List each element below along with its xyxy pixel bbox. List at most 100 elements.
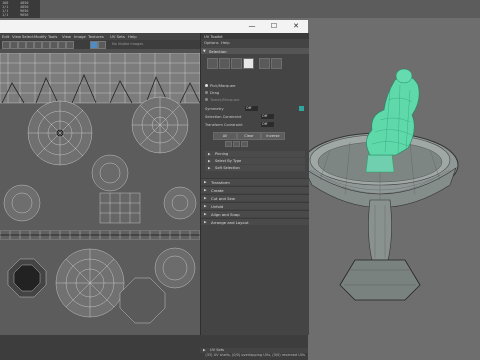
collapse-arrow-icon: ▶	[208, 166, 211, 170]
radio-label: Drag	[210, 90, 220, 95]
section-label: Transform	[211, 180, 230, 185]
section-label: Create	[211, 188, 224, 193]
uv-editor-toolbar: No Visible Images	[0, 40, 200, 49]
section-label: Selection	[209, 49, 227, 54]
grid-icon[interactable]	[2, 41, 10, 49]
uv-status-text: (33) UV shells, (0/0) overlapping UVs, (…	[205, 353, 305, 357]
transform-constraint-label: Transform Constraint	[205, 123, 243, 127]
texture-toggle-icon[interactable]	[90, 41, 98, 49]
fountain-model[interactable]	[300, 60, 480, 310]
selection-constraint-row: Selection Constraint Off	[205, 114, 305, 120]
maximize-button[interactable]: ☐	[266, 20, 282, 33]
collapse-arrow-icon: ▶	[203, 348, 206, 352]
collapse-arrow-icon: ▶	[208, 159, 211, 163]
clear-selection-button[interactable]: Clear	[237, 132, 261, 140]
section-transform[interactable]: ▶ Transform	[201, 178, 309, 185]
checker-icon[interactable]	[26, 41, 34, 49]
uv-sets-label: UV Sets	[210, 348, 225, 352]
heads-up-stats: 160 1/1 1/1 1/1 4850 4850 9656 9656	[0, 0, 40, 18]
subsection-select-by-type[interactable]: ▶ Select By Type	[205, 158, 305, 164]
menu-view[interactable]: View	[12, 34, 21, 39]
menu-edit[interactable]: Edit	[2, 34, 9, 39]
section-label: Align and Snap	[211, 212, 240, 217]
collapse-arrow-icon: ▶	[204, 196, 207, 200]
uv-set-icon[interactable]	[98, 41, 106, 49]
gamma-icon[interactable]	[66, 41, 74, 49]
subsection-label: Select By Type	[215, 159, 242, 163]
radio-dot[interactable]	[205, 91, 208, 94]
selection-constraint-label: Selection Constraint	[205, 115, 242, 119]
menu-uv-sets[interactable]: UV Sets	[110, 34, 125, 39]
transform-constraint-row: Transform Constraint Off	[205, 122, 305, 128]
menu-select[interactable]: Select	[22, 34, 34, 39]
distortion-icon[interactable]	[34, 41, 42, 49]
background-toolbar	[0, 0, 480, 18]
collapse-arrow-icon: ▶	[204, 188, 207, 192]
shrink-selection-icon[interactable]	[233, 141, 240, 147]
symmetry-toggle[interactable]	[299, 106, 304, 111]
expand-arrow-icon: ▼	[203, 49, 206, 53]
subsection-label: Pinning	[215, 152, 229, 156]
select-vertex-icon[interactable]	[207, 58, 218, 69]
frame-icon[interactable]	[10, 41, 18, 49]
toolkit-menu-help[interactable]: Help	[221, 40, 230, 45]
section-label: Arrange and Layout	[211, 220, 249, 225]
menu-modify[interactable]: Modify	[34, 34, 47, 39]
section-label: Unfold	[211, 204, 224, 209]
menu-image[interactable]: Image	[74, 34, 86, 39]
image-dropdown[interactable]: No Visible Images	[112, 42, 143, 46]
select-uv-icon[interactable]	[243, 58, 254, 69]
collapse-arrow-icon: ▶	[204, 220, 207, 224]
subsection-pinning[interactable]: ▶ Pinning	[205, 151, 305, 157]
symmetry-row: Symmetry Off	[205, 106, 305, 112]
section-selection[interactable]: ▼ Selection	[201, 48, 309, 54]
uv-editor-menubar: Edit View Select Modify Tools View Image…	[0, 33, 200, 40]
subsection-soft-selection[interactable]: ▶ Soft Selection	[205, 165, 305, 171]
toolkit-menubar: Options Help	[201, 39, 309, 45]
radio-label: Pick/Marquee	[210, 83, 236, 88]
window-titlebar: — ☐ ✕	[0, 20, 308, 33]
section-align-and-snap[interactable]: ▶ Align and Snap	[201, 210, 309, 217]
section-label: Cut and Sew	[211, 196, 235, 201]
select-face-icon[interactable]	[231, 58, 242, 69]
grow-selection-icon[interactable]	[225, 141, 232, 147]
uv-layout-canvas[interactable]	[0, 53, 200, 335]
select-shell-icon[interactable]	[259, 58, 270, 69]
collapse-arrow-icon: ▶	[208, 152, 211, 156]
invert-selection-button[interactable]: Inverse	[261, 132, 285, 140]
close-button[interactable]: ✕	[288, 20, 304, 33]
snapshot-icon[interactable]	[42, 41, 50, 49]
radio-label: Tweak/Marquee	[210, 97, 240, 102]
toolkit-menu-options[interactable]: Options	[204, 40, 219, 45]
radio-dot[interactable]	[205, 98, 208, 101]
symmetry-label: Symmetry	[205, 107, 224, 111]
selection-constraint-dropdown[interactable]: Off	[261, 114, 274, 119]
toolkit-footer-uv-sets[interactable]: ▶ UV Sets	[200, 348, 308, 353]
stat-value: 9656	[20, 13, 29, 17]
radio-dot[interactable]	[205, 84, 208, 87]
select-multi-icon[interactable]	[271, 58, 282, 69]
symmetry-dropdown[interactable]: Off	[245, 106, 258, 111]
section-cut-and-sew[interactable]: ▶ Cut and Sew	[201, 194, 309, 201]
collapse-arrow-icon: ▶	[204, 204, 207, 208]
transform-constraint-dropdown[interactable]: Off	[261, 122, 274, 127]
section-unfold[interactable]: ▶ Unfold	[201, 202, 309, 209]
section-arrange-and-layout[interactable]: ▶ Arrange and Layout	[201, 218, 309, 225]
uv-toolkit-panel: UV Toolkit Options Help ▼ Selection Pick…	[200, 33, 309, 335]
collapse-arrow-icon: ▶	[204, 180, 207, 184]
shaded-icon[interactable]	[18, 41, 26, 49]
image-icon[interactable]	[50, 41, 58, 49]
select-edge-icon[interactable]	[219, 58, 230, 69]
collapse-arrow-icon: ▶	[204, 212, 207, 216]
select-all-button[interactable]: All	[213, 132, 237, 140]
menu-tools[interactable]: Tools	[48, 34, 57, 39]
stat-line: 1/1	[2, 13, 9, 17]
menu-help[interactable]: Help	[128, 34, 137, 39]
subsection-label: Soft Selection	[215, 166, 240, 170]
exposure-icon[interactable]	[58, 41, 66, 49]
border-selection-icon[interactable]	[241, 141, 248, 147]
menu-textures[interactable]: Textures	[88, 34, 104, 39]
section-create[interactable]: ▶ Create	[201, 186, 309, 193]
menu-view-2[interactable]: View	[62, 34, 71, 39]
minimize-button[interactable]: —	[244, 20, 260, 33]
